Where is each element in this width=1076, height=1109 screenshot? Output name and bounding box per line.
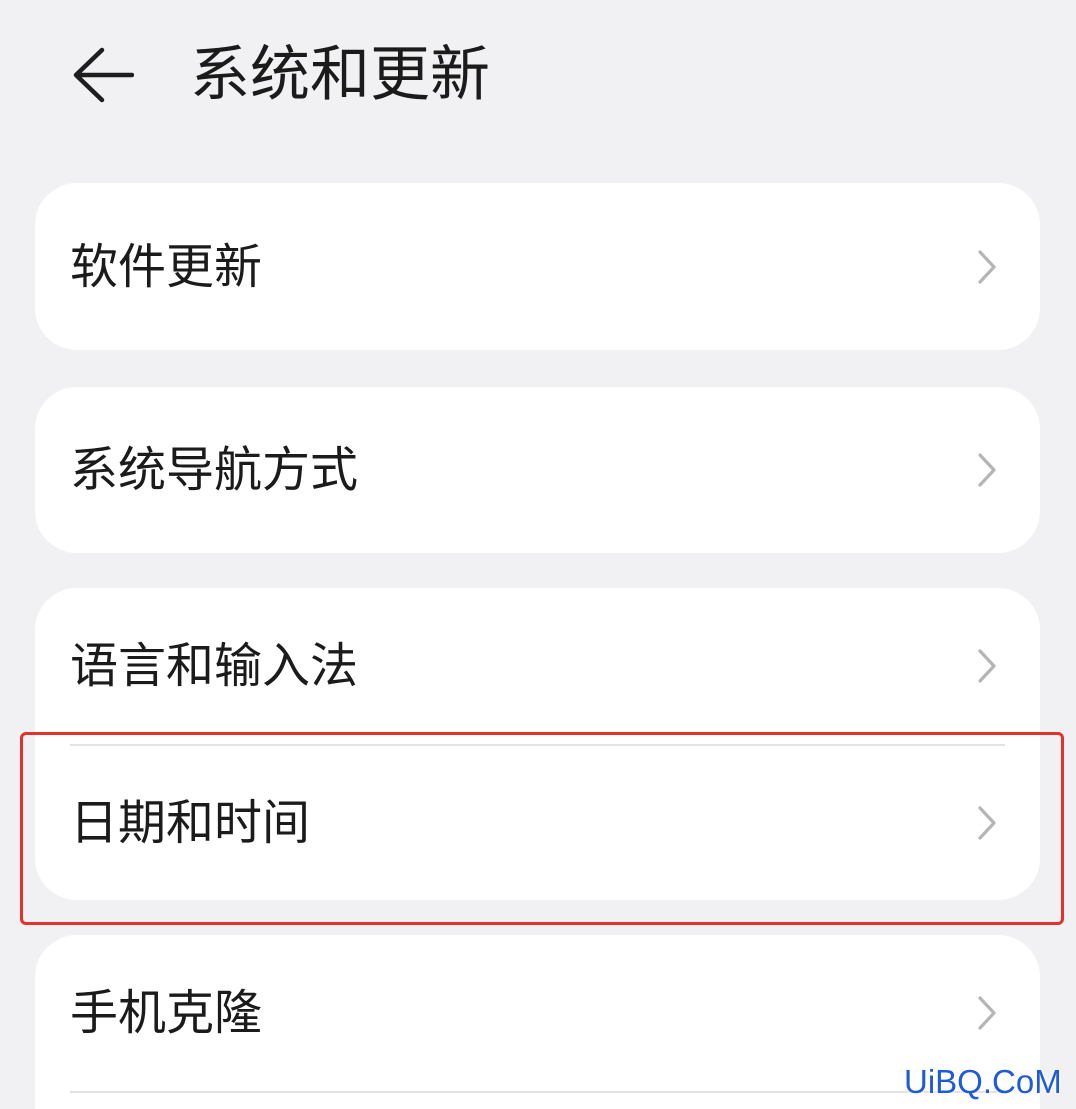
page-title: 系统和更新 (190, 40, 490, 110)
chevron-right-icon (978, 453, 996, 487)
settings-card-language-date: 语言和输入法 日期和时间 (35, 588, 1040, 900)
back-button[interactable] (70, 45, 136, 105)
settings-item-language-input[interactable]: 语言和输入法 (35, 588, 1040, 744)
arrow-left-icon[interactable] (72, 47, 134, 103)
chevron-right-icon (978, 996, 996, 1030)
settings-item-phone-clone[interactable]: 手机克隆 (35, 935, 1040, 1091)
settings-card-navigation: 系统导航方式 (35, 387, 1040, 553)
settings-card-software-update: 软件更新 (35, 183, 1040, 350)
settings-item-date-time[interactable]: 日期和时间 (35, 746, 1040, 900)
chevron-right-icon (978, 806, 996, 840)
settings-item-software-update[interactable]: 软件更新 (35, 183, 1040, 350)
chevron-right-icon (978, 249, 996, 284)
settings-item-system-navigation[interactable]: 系统导航方式 (35, 387, 1040, 553)
settings-item-label: 系统导航方式 (70, 442, 359, 498)
chevron-right-icon (978, 649, 996, 683)
settings-item-label: 日期和时间 (70, 795, 311, 851)
settings-item-label: 语言和输入法 (70, 638, 359, 694)
row-divider (70, 1091, 1005, 1093)
app-header: 系统和更新 (0, 0, 1076, 140)
settings-item-label: 手机克隆 (70, 985, 263, 1041)
watermark: UiBQ.CoM (904, 1063, 1062, 1100)
settings-card-phone-clone: 手机克隆 (35, 935, 1040, 1109)
settings-item-label: 软件更新 (70, 238, 263, 295)
